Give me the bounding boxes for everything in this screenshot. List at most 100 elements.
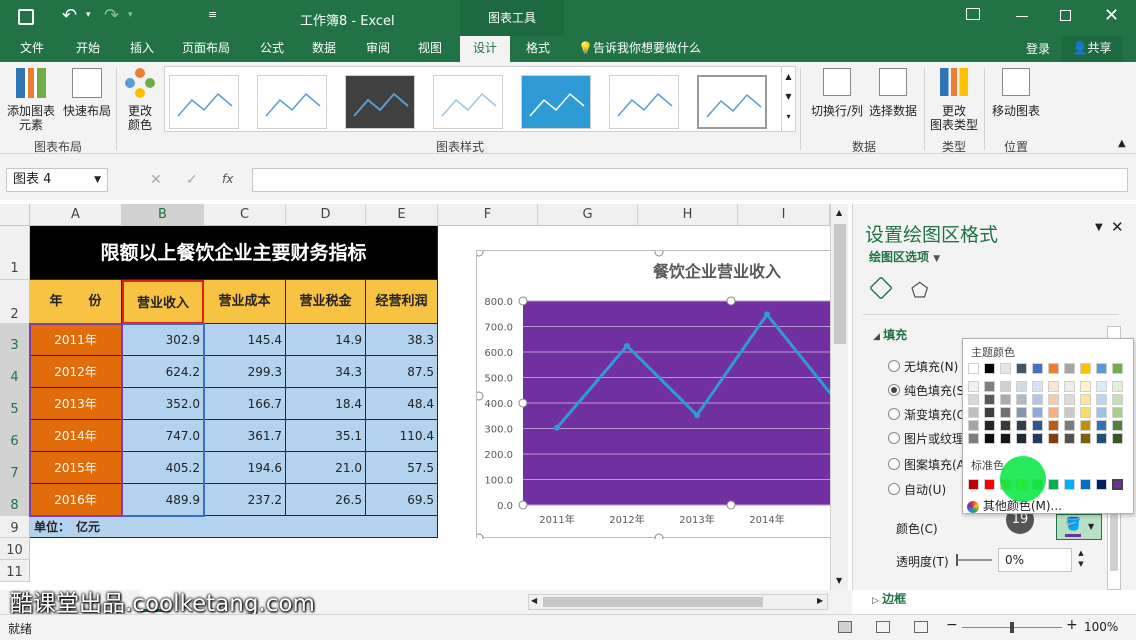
theme-shade-swatch[interactable] (1096, 394, 1107, 405)
radio-pattern-fill[interactable] (888, 458, 900, 470)
login-link[interactable]: 登录 (1026, 40, 1050, 57)
theme-shade-swatch[interactable] (1064, 420, 1075, 431)
table-cell-year[interactable]: 2015年 (30, 452, 122, 484)
chart-resize-handle[interactable] (477, 391, 484, 401)
theme-shade-swatch[interactable] (1016, 420, 1027, 431)
row-header-9[interactable]: 9 (0, 516, 30, 538)
theme-color-swatch[interactable] (1016, 363, 1027, 374)
col-header-f[interactable]: F (438, 204, 538, 226)
standard-color-swatch[interactable] (1064, 479, 1075, 490)
table-cell-revenue[interactable]: 747.0 (122, 420, 204, 452)
col-header-g[interactable]: G (538, 204, 638, 226)
plot-area-options-dropdown[interactable]: 绘图区选项 ▼ (869, 248, 940, 265)
name-box[interactable]: 图表 4 ▼ (6, 168, 108, 192)
formula-input[interactable] (252, 168, 1128, 192)
plot-area-handle[interactable] (518, 296, 528, 306)
border-section-header[interactable]: ▷ 边框 (872, 590, 906, 604)
table-cell-cost[interactable]: 237.2 (204, 484, 286, 516)
table-cell-profit[interactable]: 57.5 (366, 452, 438, 484)
theme-shade-swatch[interactable] (968, 381, 979, 392)
tab-review[interactable]: 审阅 (354, 36, 402, 62)
header-cell-year[interactable]: 年 份 (30, 280, 122, 324)
fill-section-header[interactable]: ◢ 填充 (873, 326, 907, 343)
unit-row[interactable]: 单位： 亿元 (30, 516, 438, 538)
tab-design[interactable]: 设计 (460, 36, 510, 62)
theme-shade-swatch[interactable] (968, 433, 979, 444)
theme-shade-swatch[interactable] (968, 407, 979, 418)
effects-pentagon-icon[interactable]: ⬠ (911, 278, 928, 302)
fill-line-icon[interactable] (869, 276, 893, 300)
row-header-2[interactable]: 2 (0, 280, 30, 324)
vertical-scroll-thumb[interactable] (834, 224, 846, 344)
table-cell-revenue[interactable]: 352.0 (122, 388, 204, 420)
data-point[interactable] (554, 424, 560, 431)
table-cell-tax[interactable]: 26.5 (286, 484, 366, 516)
zoom-slider[interactable] (962, 622, 1062, 633)
table-cell-cost[interactable]: 166.7 (204, 388, 286, 420)
chart-resize-handle[interactable] (477, 251, 484, 257)
tab-insert[interactable]: 插入 (118, 36, 166, 62)
chart-object[interactable]: 餐饮企业营业收入 800.0 700.0 600.0 500.0 400.0 300.0 20… (476, 250, 837, 539)
theme-color-swatch[interactable] (1000, 363, 1011, 374)
chart-resize-handle[interactable] (654, 251, 664, 257)
row-header-6[interactable]: 6 (0, 420, 30, 452)
chart-style-1[interactable] (169, 75, 239, 129)
standard-color-swatch[interactable] (1048, 479, 1059, 490)
theme-shade-swatch[interactable] (1064, 433, 1075, 444)
theme-color-swatch[interactable] (1032, 363, 1043, 374)
name-box-dropdown-icon[interactable]: ▼ (94, 169, 101, 191)
row-header-7[interactable]: 7 (0, 452, 30, 484)
horizontal-scrollbar[interactable]: ◀ ▶ (528, 594, 828, 610)
theme-shade-swatch[interactable] (1048, 433, 1059, 444)
transparency-spinner[interactable]: ▲ ▼ (1074, 548, 1088, 572)
table-cell-cost[interactable]: 145.4 (204, 324, 286, 356)
table-cell-profit[interactable]: 87.5 (366, 356, 438, 388)
theme-color-swatch[interactable] (1048, 363, 1059, 374)
share-button[interactable]: 👤共享 (1062, 36, 1122, 62)
theme-color-swatch[interactable] (968, 363, 979, 374)
theme-color-swatch[interactable] (1064, 363, 1075, 374)
chart-style-4[interactable] (433, 75, 503, 129)
data-point[interactable] (694, 412, 700, 419)
theme-shade-swatch[interactable] (984, 407, 995, 418)
theme-shade-swatch[interactable] (1016, 381, 1027, 392)
table-cell-profit[interactable]: 110.4 (366, 420, 438, 452)
table-cell-profit[interactable]: 69.5 (366, 484, 438, 516)
change-colors-button[interactable]: 更改 颜色 (118, 68, 162, 132)
pane-close-icon[interactable]: ✕ (1111, 218, 1124, 236)
tab-formulas[interactable]: 公式 (248, 36, 296, 62)
table-cell-cost[interactable]: 299.3 (204, 356, 286, 388)
page-break-view-icon[interactable] (914, 621, 928, 633)
theme-shade-swatch[interactable] (1096, 407, 1107, 418)
table-cell-revenue[interactable]: 302.9 (122, 324, 204, 356)
col-header-d[interactable]: D (286, 204, 366, 226)
theme-shade-swatch[interactable] (1016, 394, 1027, 405)
theme-shade-swatch[interactable] (1112, 394, 1123, 405)
radio-auto-fill[interactable] (888, 483, 900, 495)
header-cell-tax[interactable]: 营业税金 (286, 280, 366, 324)
gallery-scroll[interactable]: ▲ ▼ ▾ (781, 67, 795, 131)
header-cell-profit[interactable]: 经营利润 (366, 280, 438, 324)
standard-color-swatch-selected[interactable] (1112, 479, 1123, 490)
theme-shade-swatch[interactable] (1000, 394, 1011, 405)
table-cell-cost[interactable]: 194.6 (204, 452, 286, 484)
theme-shade-swatch[interactable] (1016, 407, 1027, 418)
table-cell-revenue[interactable]: 489.9 (122, 484, 204, 516)
zoom-out-icon[interactable]: − (946, 617, 958, 633)
standard-color-swatch[interactable] (1096, 479, 1107, 490)
row-header-11[interactable]: 11 (0, 560, 30, 582)
quick-layout-button[interactable]: 快速布局 (60, 68, 114, 118)
standard-color-swatch[interactable] (968, 479, 979, 490)
theme-shade-swatch[interactable] (968, 394, 979, 405)
table-cell-tax[interactable]: 35.1 (286, 420, 366, 452)
close-icon[interactable]: ✕ (1104, 5, 1119, 26)
theme-shade-swatch[interactable] (968, 420, 979, 431)
plot-area-handle[interactable] (518, 500, 528, 510)
data-point[interactable] (764, 311, 770, 318)
scroll-down-icon[interactable]: ▼ (836, 576, 842, 585)
chart-style-6[interactable] (609, 75, 679, 129)
row-header-4[interactable]: 4 (0, 356, 30, 388)
theme-shade-swatch[interactable] (1112, 407, 1123, 418)
table-cell-tax[interactable]: 14.9 (286, 324, 366, 356)
table-cell-revenue[interactable]: 405.2 (122, 452, 204, 484)
